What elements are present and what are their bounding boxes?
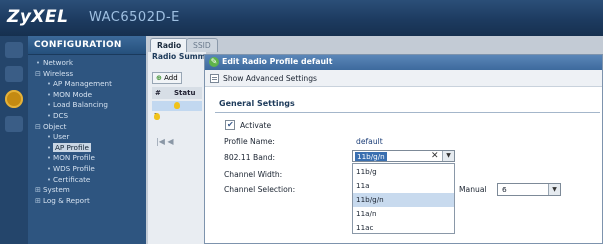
section-divider bbox=[215, 112, 600, 113]
chevron-down-icon[interactable]: ▼ bbox=[442, 151, 454, 161]
show-advanced-settings-link[interactable]: Show Advanced Settings bbox=[223, 74, 317, 83]
edit-radio-profile-dialog: ✎ Edit Radio Profile default Show Advanc… bbox=[204, 54, 603, 244]
band-option[interactable]: 11ac bbox=[353, 221, 454, 235]
band-option[interactable]: 11b/g/n bbox=[353, 193, 454, 207]
expand-icon: ⊞ bbox=[34, 195, 42, 205]
sidebar-item-system[interactable]: ⊞ System bbox=[28, 185, 146, 196]
band-option[interactable]: 11a/n bbox=[353, 207, 454, 221]
sidebar: CONFIGURATION • Network ⊟ Wireless • AP Man… bbox=[28, 36, 146, 244]
bullet-icon: • bbox=[46, 132, 52, 142]
bullet-icon: • bbox=[46, 153, 52, 163]
col-number: # bbox=[155, 89, 161, 97]
maintenance-icon[interactable] bbox=[5, 116, 23, 132]
chevron-down-icon[interactable]: ▼ bbox=[548, 184, 560, 195]
tab-ssid[interactable]: SSID bbox=[186, 38, 218, 52]
band-select[interactable]: 11b/g/n ✕ ▼ bbox=[352, 150, 455, 162]
sidebar-item-load-balancing[interactable]: • Load Balancing bbox=[28, 100, 146, 111]
sidebar-item-dcs[interactable]: • DCS bbox=[28, 111, 146, 122]
pager-controls[interactable]: |◀ ◀ bbox=[156, 137, 174, 146]
dialog-toolbar: Show Advanced Settings bbox=[205, 70, 602, 87]
dialog-titlebar: ✎ Edit Radio Profile default bbox=[205, 55, 602, 70]
clear-icon[interactable]: ✕ bbox=[431, 151, 439, 162]
sidebar-item-log-report[interactable]: ⊞ Log & Report bbox=[28, 196, 146, 207]
table-row[interactable]: 2 bbox=[152, 112, 202, 122]
sidebar-item-user[interactable]: • User bbox=[28, 132, 146, 143]
dashboard-icon[interactable] bbox=[5, 42, 23, 58]
configuration-gear-icon[interactable] bbox=[5, 90, 23, 108]
band-selected-value: 11b/g/n bbox=[355, 152, 387, 161]
col-status: Statu bbox=[174, 89, 196, 97]
profile-name-label: Profile Name: bbox=[224, 137, 275, 146]
device-model: WAC6502D-E bbox=[89, 10, 180, 25]
band-label: 802.11 Band: bbox=[224, 153, 276, 162]
profile-name-value: default bbox=[356, 137, 383, 146]
sidebar-item-mon-mode[interactable]: • MON Mode bbox=[28, 90, 146, 101]
brand-logo: ZyXEL bbox=[7, 7, 69, 27]
bullet-icon: • bbox=[46, 142, 52, 152]
sidebar-header: CONFIGURATION bbox=[28, 36, 146, 55]
bullet-icon: • bbox=[46, 174, 52, 184]
edit-icon: ✎ bbox=[209, 57, 219, 67]
sidebar-title: CONFIGURATION bbox=[34, 40, 122, 50]
bullet-icon: • bbox=[46, 100, 52, 110]
tab-radio[interactable]: Radio bbox=[150, 38, 189, 52]
activate-label: Activate bbox=[240, 121, 272, 130]
radio-summary-title: Radio Summ bbox=[152, 52, 206, 61]
band-option[interactable]: 11a bbox=[353, 179, 454, 193]
nav-icon-rail bbox=[0, 36, 28, 244]
section-title: General Settings bbox=[219, 99, 295, 108]
table-row[interactable] bbox=[152, 101, 202, 111]
sidebar-item-ap-profile[interactable]: • AP Profile bbox=[28, 142, 146, 154]
collapse-icon: ⊟ bbox=[34, 121, 42, 131]
sidebar-item-mon-profile[interactable]: • MON Profile bbox=[28, 153, 146, 164]
sidebar-item-wireless[interactable]: ⊟ Wireless bbox=[28, 69, 146, 80]
nav-tree: • Network ⊟ Wireless • AP Management • MON M… bbox=[28, 58, 146, 206]
sidebar-item-network[interactable]: • Network bbox=[28, 58, 146, 69]
bullet-icon: • bbox=[46, 79, 52, 89]
band-option[interactable]: 11b/g bbox=[353, 165, 454, 179]
bullet-icon: • bbox=[46, 163, 52, 173]
sidebar-item-object[interactable]: ⊟ Object bbox=[28, 122, 146, 133]
tab-bar: Radio SSID bbox=[146, 36, 603, 52]
band-options-list: 11b/g 11a 11b/g/n 11a/n 11ac bbox=[352, 163, 455, 234]
collapse-icon: ⊟ bbox=[34, 68, 42, 78]
monitor-icon[interactable] bbox=[5, 66, 23, 82]
status-bulb-icon bbox=[154, 113, 160, 120]
expand-icon: ⊞ bbox=[34, 185, 42, 195]
sidebar-item-certificate[interactable]: • Certificate bbox=[28, 175, 146, 186]
activate-checkbox[interactable] bbox=[225, 120, 235, 130]
bullet-icon: • bbox=[35, 58, 41, 67]
channel-selection-label: Channel Selection: bbox=[224, 185, 296, 194]
add-icon: ⊕ bbox=[156, 74, 162, 82]
bullet-icon: • bbox=[46, 110, 52, 120]
settings-list-icon[interactable] bbox=[210, 74, 219, 83]
dialog-title: Edit Radio Profile default bbox=[222, 57, 333, 66]
channel-select[interactable]: 6 ▼ bbox=[497, 183, 561, 196]
top-header: ZyXEL WAC6502D-E bbox=[0, 0, 603, 36]
manual-label: Manual bbox=[459, 185, 487, 194]
sidebar-item-wds-profile[interactable]: • WDS Profile bbox=[28, 164, 146, 175]
status-bulb-icon bbox=[174, 102, 180, 109]
add-button[interactable]: ⊕ Add bbox=[152, 72, 182, 84]
bullet-icon: • bbox=[46, 89, 52, 99]
table-header: # Statu bbox=[152, 87, 202, 99]
add-button-label: Add bbox=[164, 74, 178, 82]
sidebar-item-ap-management[interactable]: • AP Management bbox=[28, 79, 146, 90]
channel-value: 6 bbox=[502, 185, 507, 194]
channel-width-label: Channel Width: bbox=[224, 170, 283, 179]
